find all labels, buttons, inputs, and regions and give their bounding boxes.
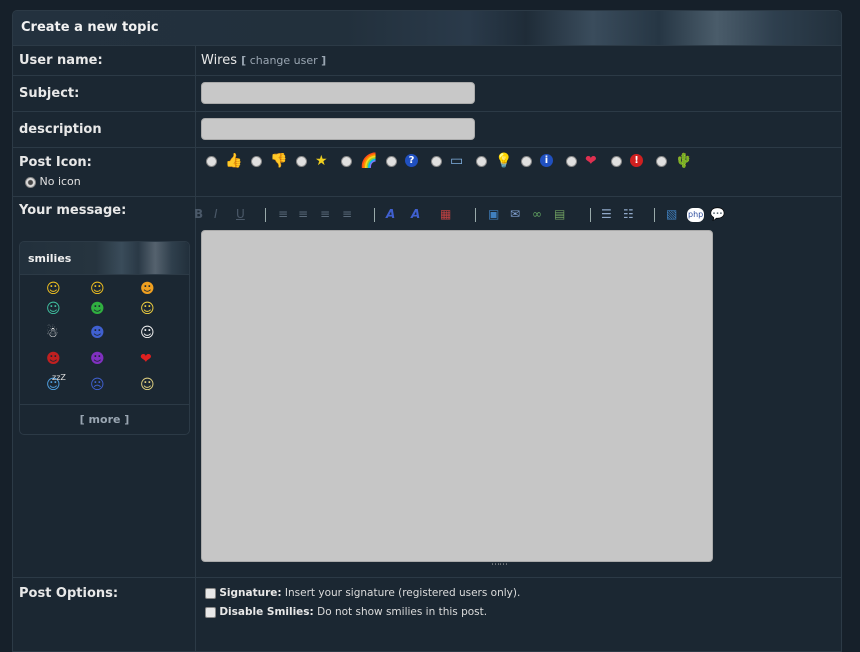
description-label: description (19, 122, 102, 137)
align-left-icon[interactable]: ≡ (278, 208, 288, 220)
cactus-radio[interactable] (656, 156, 667, 167)
star-radio[interactable] (296, 156, 307, 167)
change-user-link[interactable]: change user (250, 54, 318, 67)
no-icon-radio[interactable] (25, 176, 36, 188)
change-user-link-wrap: [ change user ] (241, 54, 327, 67)
blue-face-icon[interactable]: ☻ (90, 326, 105, 340)
thumbs-up-icon: 👍 (225, 153, 243, 169)
subject-input[interactable] (201, 82, 475, 104)
post-options-label: Post Options: (19, 586, 119, 601)
smilies-panel: smilies ☺ ☺ ☻ ☺ ☻ ☺ ☃ ☻ ☺ ☻ ☻ ❤ ☺ ☹ ☺ zzZ [ more ] (19, 241, 190, 435)
snowman-icon[interactable]: ☃ (46, 326, 59, 340)
smilies-title: smilies (28, 252, 72, 265)
angry-icon[interactable]: ☻ (46, 352, 61, 366)
info-radio[interactable] (521, 156, 532, 167)
bold-icon[interactable]: B (194, 208, 203, 220)
font-icon[interactable]: A (386, 208, 395, 220)
toolbar-separator (475, 208, 476, 222)
green-face-icon[interactable]: ☻ (90, 302, 105, 316)
grin-icon[interactable]: ☺ (46, 302, 61, 316)
toolbar-separator (590, 208, 591, 222)
question-icon: ? (405, 154, 418, 167)
toolbar-separator (265, 208, 266, 222)
panel-title: Create a new topic (21, 20, 159, 35)
lightbulb-icon: 💡 (495, 153, 513, 169)
post-icon-row: Post Icon: No icon (13, 148, 841, 197)
username-label: User name: (19, 53, 103, 68)
page: Create a new topic User name: Wires [ ch… (0, 0, 860, 652)
subject-row: Subject: (13, 76, 841, 112)
info-icon: i (540, 154, 553, 167)
numbered-list-icon[interactable]: ☷ (623, 208, 634, 220)
font-color-icon[interactable]: A (411, 208, 420, 220)
sad-icon[interactable]: ☹ (90, 378, 105, 392)
rainbow-radio[interactable] (341, 156, 352, 167)
no-icon-option[interactable]: No icon (25, 175, 81, 188)
php-icon[interactable]: php (687, 208, 705, 222)
disable-smilies-option: Disable Smilies: Do not show smilies in … (205, 606, 487, 618)
subject-label: Subject: (19, 86, 80, 101)
username-text: Wires (201, 53, 238, 68)
heart-icon: ❤ (585, 153, 597, 169)
message-textarea[interactable] (201, 230, 713, 562)
smile-icon[interactable]: ☺ (46, 282, 61, 296)
screen-icon: ▭ (450, 153, 464, 169)
question-radio[interactable] (386, 156, 397, 167)
disable-smilies-option-text: Do not show smilies in this post. (317, 606, 488, 618)
lightbulb-radio[interactable] (476, 156, 487, 167)
insert-image-icon[interactable]: ▣ (488, 208, 499, 220)
align-center-icon[interactable]: ≡ (298, 208, 308, 220)
disable-smilies-option-title: Disable Smilies: (219, 606, 314, 618)
signature-checkbox[interactable] (205, 587, 216, 599)
disable-smilies-checkbox[interactable] (205, 606, 216, 618)
more-smilies-link[interactable]: more (89, 413, 121, 426)
insert-link-icon[interactable]: ∞ (532, 208, 542, 220)
panel-header: Create a new topic (13, 11, 841, 46)
cactus-icon: 🌵 (675, 153, 693, 169)
devil-icon[interactable]: ☻ (90, 352, 105, 366)
align-right-icon[interactable]: ≡ (320, 208, 330, 220)
no-icon-label: No icon (39, 175, 81, 188)
code-icon[interactable]: ▧ (666, 208, 677, 220)
happy-icon[interactable]: ☺ (90, 282, 105, 296)
hearts-icon[interactable]: ❤ (140, 352, 152, 366)
rainbow-icon: 🌈 (360, 153, 378, 169)
screen-radio[interactable] (431, 156, 442, 167)
underline-icon[interactable]: U (236, 208, 245, 220)
username-row: User name: Wires [ change user ] (13, 45, 841, 76)
description-row: description (13, 112, 841, 148)
insert-table-icon[interactable]: ▤ (554, 208, 565, 220)
ghost-icon[interactable]: ☺ (140, 326, 155, 340)
thumbs-down-icon: 👎 (270, 153, 288, 169)
signature-option: Signature: Insert your signature (regist… (205, 587, 520, 599)
new-topic-panel: Create a new topic User name: Wires [ ch… (12, 10, 842, 652)
justify-icon[interactable]: ≡ (342, 208, 352, 220)
toolbar-separator (654, 208, 655, 222)
bullet-list-icon[interactable]: ☰ (601, 208, 612, 220)
sleep-z-text: zzZ (52, 373, 66, 382)
smilies-header: smilies (20, 242, 189, 275)
insert-email-icon[interactable]: ✉ (510, 208, 520, 220)
italic-icon[interactable]: I (214, 208, 218, 220)
quote-icon[interactable]: 💬 (710, 208, 725, 220)
thumbs-down-radio[interactable] (251, 156, 262, 167)
description-input[interactable] (201, 118, 475, 140)
color-grid-icon[interactable]: ▦ (440, 208, 451, 220)
heart-radio[interactable] (566, 156, 577, 167)
cool-icon[interactable]: ☻ (140, 282, 155, 296)
exclamation-radio[interactable] (611, 156, 622, 167)
signature-option-title: Signature: (219, 587, 282, 599)
star-icon: ★ (315, 153, 328, 169)
thumbs-up-radio[interactable] (206, 156, 217, 167)
username-value: Wires [ change user ] (201, 53, 326, 68)
nerd-icon[interactable]: ☺ (140, 302, 155, 316)
message-label: Your message: (19, 203, 127, 218)
smoking-icon[interactable]: ☺ (140, 378, 155, 392)
exclamation-icon: ! (630, 154, 643, 167)
signature-option-text: Insert your signature (registered users … (284, 587, 521, 599)
toolbar-separator (374, 208, 375, 222)
post-icon-label: Post Icon: (19, 155, 92, 170)
resize-grip-icon[interactable]: ⋯⋯ (491, 560, 508, 570)
more-smilies: [ more ] (20, 404, 189, 426)
